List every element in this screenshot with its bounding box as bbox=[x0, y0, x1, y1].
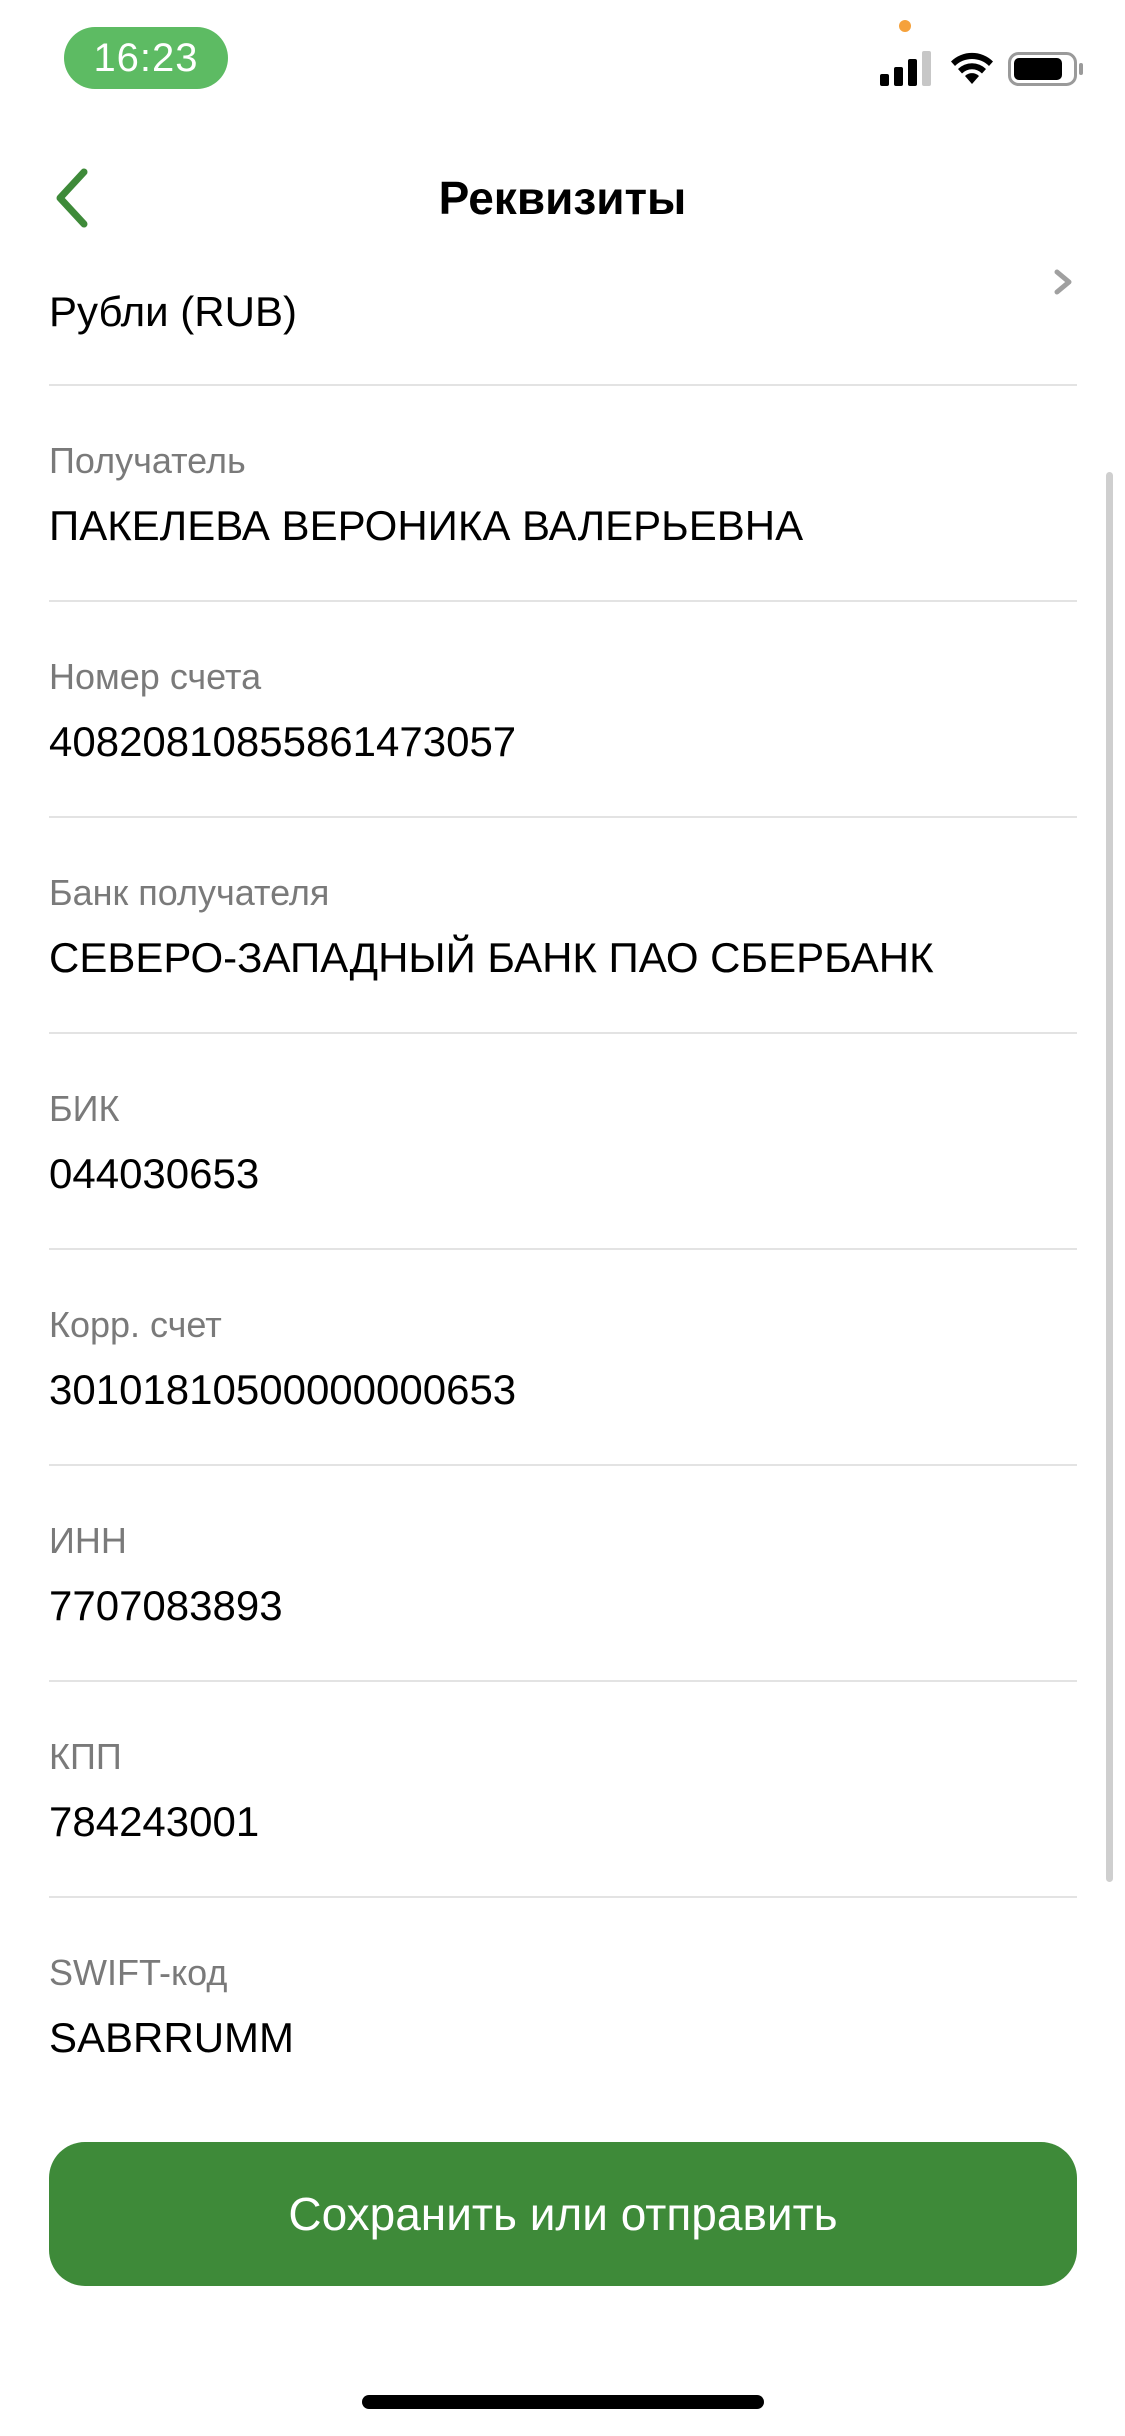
detail-label: Получатель bbox=[49, 440, 246, 481]
detail-value: 044030653 bbox=[49, 1150, 260, 1197]
chevron-right-icon bbox=[1054, 269, 1072, 295]
detail-value: 7707083893 bbox=[49, 1582, 283, 1629]
detail-value: 784243001 bbox=[49, 1798, 260, 1845]
page-title: Реквизиты bbox=[438, 172, 687, 224]
save-or-send-button[interactable]: Сохранить или отправить bbox=[49, 2142, 1077, 2286]
currency-selector[interactable]: Рубли (RUB) bbox=[49, 256, 1077, 386]
detail-row-recipient[interactable]: Получатель ПАКЕЛЕВА ВЕРОНИКА ВАЛЕРЬЕВНА bbox=[49, 386, 1077, 602]
detail-row-inn[interactable]: ИНН 7707083893 bbox=[49, 1466, 1077, 1682]
detail-row-swift[interactable]: SWIFT-код SABRRUMM bbox=[49, 1898, 1077, 2114]
detail-value: 30101810500000000653 bbox=[49, 1366, 517, 1413]
detail-value: СЕВЕРО-ЗАПАДНЫЙ БАНК ПАО СБЕРБАНК bbox=[49, 934, 934, 981]
currency-value: Рубли (RUB) bbox=[49, 288, 297, 335]
detail-value: ПАКЕЛЕВА ВЕРОНИКА ВАЛЕРЬЕВНА bbox=[49, 502, 804, 549]
wifi-icon bbox=[951, 52, 993, 84]
detail-row-kpp[interactable]: КПП 784243001 bbox=[49, 1682, 1077, 1898]
detail-label: Номер счета bbox=[49, 656, 262, 697]
detail-value: SABRRUMM bbox=[49, 2014, 295, 2061]
detail-label: Банк получателя bbox=[49, 872, 330, 913]
detail-value: 40820810855861473057 bbox=[49, 718, 517, 765]
detail-label: SWIFT-код bbox=[49, 1952, 228, 1993]
home-indicator[interactable] bbox=[362, 2395, 764, 2409]
battery-icon bbox=[1008, 52, 1083, 86]
detail-label: КПП bbox=[49, 1736, 122, 1777]
signal-icon bbox=[880, 51, 931, 86]
navigation-bar: Реквизиты bbox=[0, 140, 1125, 260]
detail-row-account-number[interactable]: Номер счета 40820810855861473057 bbox=[49, 602, 1077, 818]
detail-row-bik[interactable]: БИК 044030653 bbox=[49, 1034, 1077, 1250]
requisites-list: Рубли (RUB) Получатель ПАКЕЛЕВА ВЕРОНИКА… bbox=[0, 256, 1125, 2114]
privacy-indicator-dot bbox=[899, 20, 911, 32]
detail-row-correspondent-account[interactable]: Корр. счет 30101810500000000653 bbox=[49, 1250, 1077, 1466]
detail-label: Корр. счет bbox=[49, 1304, 222, 1345]
detail-row-recipient-bank[interactable]: Банк получателя СЕВЕРО-ЗАПАДНЫЙ БАНК ПАО… bbox=[49, 818, 1077, 1034]
status-bar: 16:23 bbox=[0, 0, 1125, 120]
status-time: 16:23 bbox=[64, 27, 228, 89]
detail-label: БИК bbox=[49, 1088, 120, 1129]
detail-label: ИНН bbox=[49, 1520, 127, 1561]
